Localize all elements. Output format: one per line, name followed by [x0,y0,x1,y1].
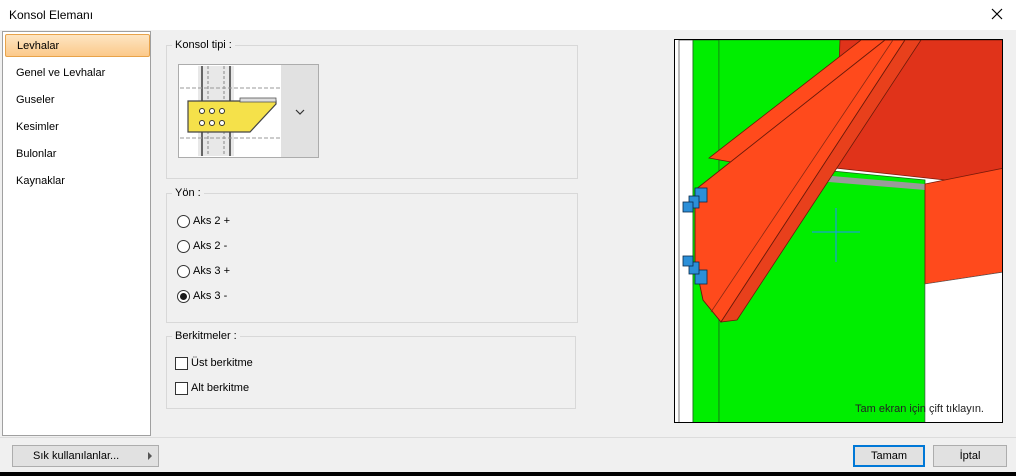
title-bar: Konsol Elemanı [0,0,1016,30]
radio-button[interactable] [177,239,190,253]
berkitmeler-label: Berkitmeler : [172,330,240,343]
sidebar-item-guseler[interactable]: Guseler [5,89,150,112]
triangle-right-icon [148,452,152,460]
footer-separator [0,437,1016,438]
sidebar: Levhalar Genel ve Levhalar Guseler Kesim… [2,31,151,436]
close-icon[interactable] [987,4,1007,24]
radio-aks-3-minus[interactable]: Aks 3 - [177,288,227,304]
cancel-button[interactable]: İptal [933,445,1007,467]
radio-aks-3-plus[interactable]: Aks 3 + [177,263,230,279]
yon-label: Yön : [172,187,204,200]
radio-button[interactable] [177,264,190,278]
konsol-tipi-group: Konsol tipi : [166,39,578,179]
sidebar-item-bulonlar[interactable]: Bulonlar [5,143,150,166]
checkbox[interactable] [175,381,188,395]
sidebar-item-levhalar[interactable]: Levhalar [5,34,150,57]
favorites-button[interactable]: Sık kullanılanlar... [12,445,159,467]
sidebar-item-kesimler[interactable]: Kesimler [5,116,150,139]
radio-aks-2-minus[interactable]: Aks 2 - [177,238,227,254]
sidebar-item-kaynaklar[interactable]: Kaynaklar [5,170,150,193]
checkbox[interactable] [175,356,188,370]
checkbox-ust-berkitme[interactable]: Üst berkitme [175,355,253,371]
sidebar-item-genel-ve-levhalar[interactable]: Genel ve Levhalar [5,62,150,85]
viewer-hint: Tam ekran için çift tıklayın. [855,403,984,415]
konsol-tipi-label: Konsol tipi : [172,39,235,52]
3d-viewer[interactable]: Tam ekran için çift tıklayın. [674,39,1003,423]
radio-button[interactable] [177,214,190,228]
chevron-down-icon [295,104,305,118]
ok-button[interactable]: Tamam [853,445,925,467]
radio-aks-2-plus[interactable]: Aks 2 + [177,213,230,229]
radio-button-selected[interactable] [177,289,190,303]
dialog-window: Konsol Elemanı Levhalar Genel ve Levhala… [0,0,1016,472]
berkitmeler-group: Berkitmeler : Üst berkitme Alt berkitme [166,330,576,409]
dropdown-button[interactable] [281,65,318,157]
window-title: Konsol Elemanı [9,8,94,22]
konsol-tipi-select[interactable] [178,64,319,158]
yon-group: Yön : Aks 2 + Aks 2 - Aks 3 + Aks 3 - [166,187,578,323]
checkbox-alt-berkitme[interactable]: Alt berkitme [175,380,249,396]
konsol-preview-image [180,66,282,156]
